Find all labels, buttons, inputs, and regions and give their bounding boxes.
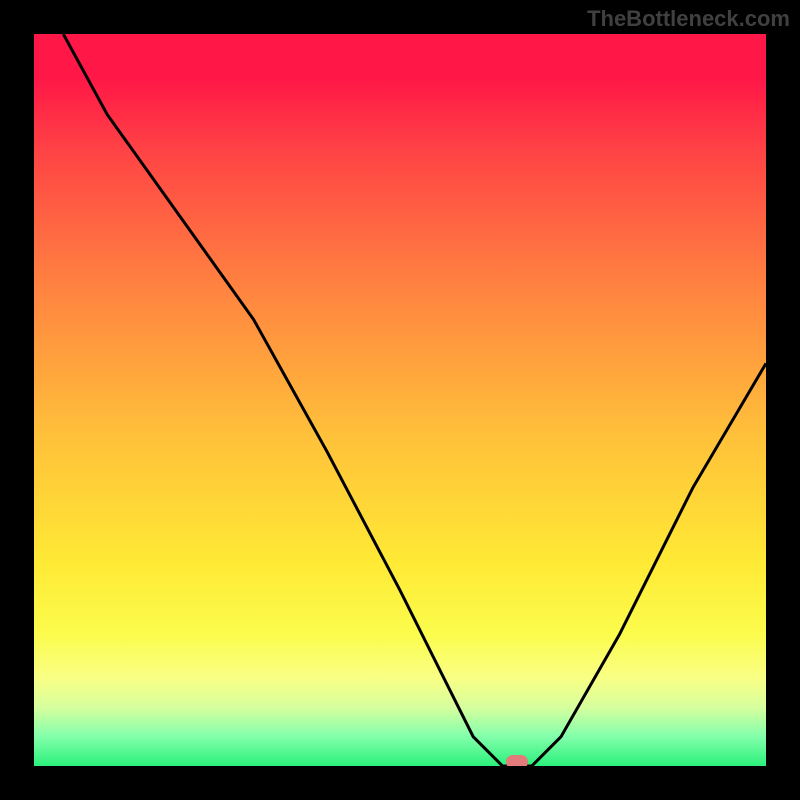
plot-area <box>34 34 766 766</box>
marker-icon <box>506 755 528 766</box>
watermark-text: TheBottleneck.com <box>587 6 790 32</box>
bottleneck-curve <box>34 34 766 766</box>
chart-container: TheBottleneck.com <box>0 0 800 800</box>
